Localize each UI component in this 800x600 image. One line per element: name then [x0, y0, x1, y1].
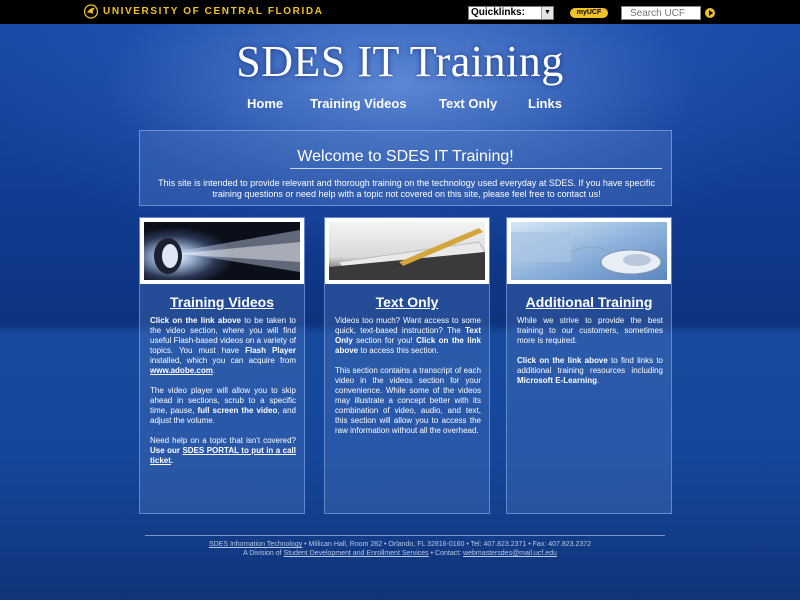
text-bold: Click on the link above: [150, 316, 241, 325]
welcome-heading: Welcome to SDES IT Training!: [297, 148, 514, 165]
training-videos-title[interactable]: Training Videos: [140, 294, 304, 310]
search-go-icon[interactable]: [705, 8, 715, 18]
text-bold: .: [170, 456, 174, 465]
nav-home[interactable]: Home: [247, 96, 283, 111]
text-span: While we strive to provide the best trai…: [517, 316, 663, 345]
text-span: .: [597, 376, 600, 385]
training-videos-panel: Training Videos Click on the link above …: [139, 217, 305, 514]
text-bold: full screen the video: [197, 406, 278, 415]
site-title: SDES IT Training: [236, 37, 564, 86]
welcome-divider: [290, 168, 662, 169]
adobe-link[interactable]: www.adobe.com: [150, 366, 213, 375]
quicklinks-label: Quicklinks:: [471, 7, 525, 18]
footer-text: A Division of: [243, 550, 284, 557]
nav-links[interactable]: Links: [528, 96, 562, 111]
text-span: Videos too much? Want access to some qui…: [335, 316, 481, 335]
footer-line-2: A Division of Student Development and En…: [0, 549, 800, 558]
additional-training-panel: Additional Training While we strive to p…: [506, 217, 672, 514]
footer-divider: [145, 535, 665, 536]
text-span: section for you!: [352, 336, 417, 345]
quicklinks-select[interactable]: Quicklinks: ▼: [468, 6, 554, 20]
projector-photo: [140, 218, 304, 284]
dropdown-arrow-icon: ▼: [541, 7, 553, 19]
text-bold: Flash Player: [245, 346, 296, 355]
footer-text: • Contact:: [428, 550, 464, 557]
text-span: to access this section.: [358, 346, 439, 355]
welcome-text: This site is intended to provide relevan…: [158, 178, 655, 199]
sdes-it-link[interactable]: SDES Information Technology: [209, 541, 302, 548]
pegasus-logo-icon[interactable]: [84, 4, 98, 19]
text-span: .: [212, 366, 216, 375]
footer: SDES Information Technology • Millican H…: [0, 540, 800, 558]
footer-line-1: SDES Information Technology • Millican H…: [0, 540, 800, 549]
mouse-photo: [507, 218, 671, 284]
webmaster-email-link[interactable]: webmastersdes@mail.ucf.edu: [463, 550, 557, 557]
ucf-header-bar: UNIVERSITY OF CENTRAL FLORIDA Quicklinks…: [0, 0, 800, 24]
text-only-title[interactable]: Text Only: [325, 294, 489, 310]
text-span: installed, which you can acquire from: [150, 356, 296, 365]
university-name[interactable]: UNIVERSITY OF CENTRAL FLORIDA: [103, 6, 323, 17]
text-span: This section contains a transcript of ea…: [335, 366, 481, 435]
additional-training-body: While we strive to provide the best trai…: [517, 316, 663, 396]
welcome-panel: Welcome to SDES IT Training! This site i…: [139, 130, 672, 206]
text-bold: Use our: [150, 446, 183, 455]
pencil-photo: [325, 218, 489, 284]
nav-text-only[interactable]: Text Only: [439, 96, 497, 111]
main-nav: Home Training Videos Text Only Links: [0, 96, 800, 116]
nav-training-videos[interactable]: Training Videos: [310, 96, 407, 111]
text-only-body: Videos too much? Want access to some qui…: [335, 316, 481, 446]
text-bold: Click on the link above: [517, 356, 608, 365]
search-input[interactable]: [621, 6, 701, 20]
text-bold: Microsoft E-Learning: [517, 376, 598, 385]
training-videos-body: Click on the link above to be taken to t…: [150, 316, 296, 476]
text-only-panel: Text Only Videos too much? Want access t…: [324, 217, 490, 514]
sdes-division-link[interactable]: Student Development and Enrollment Servi…: [284, 550, 429, 557]
myucf-button[interactable]: myUCF: [570, 8, 608, 18]
text-span: Need help on a topic that isn't covered?: [150, 436, 296, 445]
additional-training-title[interactable]: Additional Training: [507, 294, 671, 310]
footer-contact-info: • Millican Hall, Room 282 • Orlando, FL …: [302, 541, 592, 548]
